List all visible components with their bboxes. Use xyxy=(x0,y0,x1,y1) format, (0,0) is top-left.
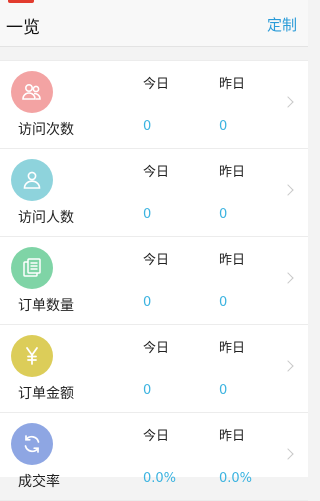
metric-row-visitor-count[interactable]: 今日 昨日 访问人数 0 0 xyxy=(0,149,308,237)
chevron-right-icon xyxy=(282,360,294,372)
today-value: 0 xyxy=(143,119,152,134)
metric-label: 访问次数 xyxy=(18,122,74,138)
today-header: 今日 xyxy=(143,165,170,180)
metric-label: 订单金额 xyxy=(18,386,74,402)
metric-row-order-amount[interactable]: 今日 昨日 订单金额 0 0 xyxy=(0,325,308,413)
yesterday-value: 0 xyxy=(219,383,228,398)
yesterday-value: 0 xyxy=(219,119,228,134)
metrics-list: 今日 昨日 访问次数 0 0 今日 昨日 访问人数 0 0 今日 昨日 订单数量… xyxy=(0,60,308,501)
yesterday-value: 0.0% xyxy=(219,471,253,486)
today-value: 0 xyxy=(143,383,152,398)
yesterday-value: 0 xyxy=(219,207,228,222)
metric-row-visit-count[interactable]: 今日 昨日 访问次数 0 0 xyxy=(0,61,308,149)
yesterday-header: 昨日 xyxy=(219,77,246,92)
chevron-right-icon xyxy=(282,448,294,460)
customize-button[interactable]: 定制 xyxy=(267,14,297,35)
chevron-right-icon xyxy=(282,272,294,284)
today-header: 今日 xyxy=(143,77,170,92)
yesterday-header: 昨日 xyxy=(219,341,246,356)
visitors-group-icon xyxy=(11,71,53,113)
order-list-icon xyxy=(11,247,53,289)
page-title: 一览 xyxy=(6,18,40,38)
yesterday-value: 0 xyxy=(219,295,228,310)
top-bar: 一览 定制 xyxy=(0,0,308,47)
today-header: 今日 xyxy=(143,341,170,356)
metric-row-conversion-rate[interactable]: 今日 昨日 成交率 0.0% 0.0% xyxy=(0,413,308,501)
chevron-right-icon xyxy=(282,96,294,108)
refresh-cycle-icon xyxy=(11,423,53,465)
today-value: 0 xyxy=(143,295,152,310)
yesterday-header: 昨日 xyxy=(219,165,246,180)
today-header: 今日 xyxy=(143,429,170,444)
red-top-stub xyxy=(8,0,34,3)
metric-row-order-count[interactable]: 今日 昨日 订单数量 0 0 xyxy=(0,237,308,325)
yesterday-header: 昨日 xyxy=(219,253,246,268)
yen-icon xyxy=(11,335,53,377)
today-header: 今日 xyxy=(143,253,170,268)
person-icon xyxy=(11,159,53,201)
metric-label: 访问人数 xyxy=(18,210,74,226)
today-value: 0.0% xyxy=(143,471,177,486)
today-value: 0 xyxy=(143,207,152,222)
chevron-right-icon xyxy=(282,184,294,196)
metric-label: 订单数量 xyxy=(18,298,74,314)
yesterday-header: 昨日 xyxy=(219,429,246,444)
metric-label: 成交率 xyxy=(18,474,60,490)
